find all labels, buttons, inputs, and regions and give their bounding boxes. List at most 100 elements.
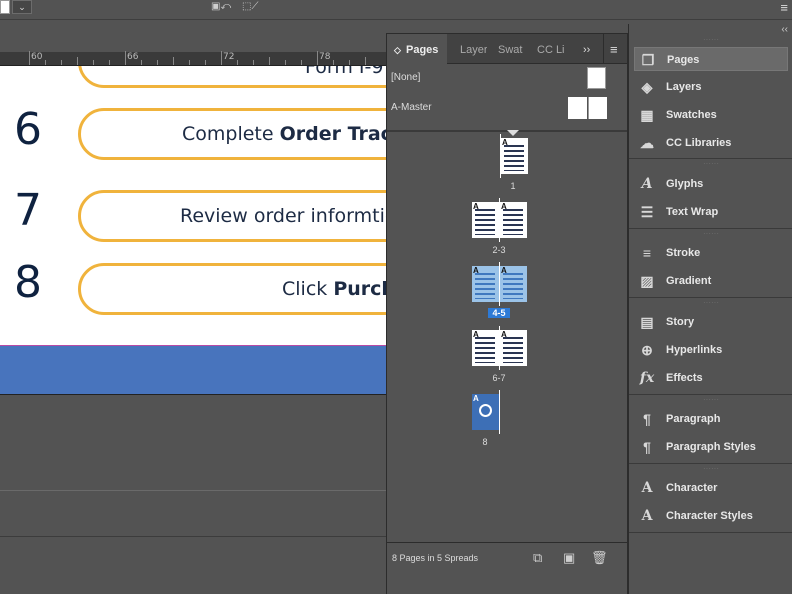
tab-layers[interactable]: Layer <box>451 34 487 64</box>
page-thumbnail[interactable]: A <box>501 138 528 174</box>
pasteboard-divider <box>0 536 386 537</box>
paragraph-styles-icon: ¶ <box>643 439 651 455</box>
wrap-options-icon[interactable]: ▣⤺ <box>211 1 231 12</box>
swatches-icon: ▦ <box>640 107 654 123</box>
step-number: 6 <box>14 104 42 155</box>
partial-heading: Form I-9 <box>305 66 384 78</box>
dock-item-paragraph[interactable]: ¶ Paragraph <box>634 407 788 431</box>
master-thumbnail[interactable] <box>568 97 587 119</box>
reference-point-field[interactable] <box>0 0 10 14</box>
text-wrap-icon: ☰ <box>640 204 654 220</box>
dock-item-cc-libraries[interactable]: ☁ CC Libraries <box>634 131 788 155</box>
trash-icon[interactable]: 🗑 <box>591 550 608 566</box>
spread-thumbnail[interactable]: A A <box>472 198 527 242</box>
spread-thumbnail[interactable]: A <box>500 134 528 178</box>
step-pill[interactable]: Review order informtio <box>78 190 386 242</box>
page-number-label: 8 <box>482 437 488 447</box>
step-pill[interactable]: Click Purcha <box>78 263 386 315</box>
edit-page-size-icon[interactable]: ⧉ <box>533 550 542 566</box>
dock-item-layers[interactable]: ◈ Layers <box>634 75 788 99</box>
dock-item-character-styles[interactable]: A Character Styles <box>634 504 788 528</box>
ruler-label: 72 <box>223 52 235 62</box>
step-text: Review order informtio <box>180 205 386 227</box>
ruler-label: 60 <box>31 52 43 62</box>
layers-icon: ◈ <box>641 79 653 95</box>
master-thumbnail[interactable] <box>587 67 606 89</box>
pages-panel: ◇ Pages Layer Swat CC Li ›› ≡ [None] A-M… <box>386 33 628 572</box>
master-label: [None] <box>391 72 421 83</box>
dock-item-swatches[interactable]: ▦ Swatches <box>634 103 788 127</box>
panel-bottom-margin <box>386 572 628 594</box>
spread-thumbnail[interactable]: A <box>472 390 500 434</box>
dock-grip[interactable]: ······ <box>629 230 792 240</box>
dock-item-glyphs[interactable]: A Glyphs <box>634 172 788 196</box>
pages-status: 8 Pages in 5 Spreads <box>392 553 479 563</box>
dock-item-pages[interactable]: ❐ Pages <box>634 47 788 71</box>
dock-grip[interactable]: ······ <box>629 396 792 406</box>
page-thumbnail[interactable]: A <box>472 202 499 238</box>
hyperlinks-icon: ⊕ <box>641 342 653 358</box>
control-bar: ⌄ ▣⤺ ⬚⟋ ≡ <box>0 0 792 20</box>
panel-footer: 8 Pages in 5 Spreads ⧉ ▣ 🗑 <box>387 542 627 572</box>
spread-thumbnail[interactable]: A A <box>472 326 527 370</box>
dock-item-gradient[interactable]: ▨ Gradient <box>634 269 788 293</box>
page-thumbnail[interactable]: A <box>500 266 527 302</box>
updown-icon: ◇ <box>394 45 401 55</box>
select-frame-icon[interactable]: ⬚⟋ <box>242 1 258 12</box>
globe-icon <box>479 404 492 417</box>
ruler-label: 66 <box>127 52 139 62</box>
master-thumbnail[interactable] <box>588 97 607 119</box>
overflow-icon[interactable]: ›› <box>583 34 597 64</box>
tab-pages[interactable]: ◇ Pages <box>387 34 447 64</box>
dock-item-character[interactable]: A Character <box>634 476 788 500</box>
dock-item-stroke[interactable]: ≡ Stroke <box>634 241 788 265</box>
character-icon: A <box>641 480 653 496</box>
pages-icon: ❐ <box>641 52 655 68</box>
page-thumbnail[interactable]: A <box>472 266 499 302</box>
dock-grip[interactable]: ······ <box>629 465 792 475</box>
page-number-label: 1 <box>510 181 516 191</box>
dock-item-hyperlinks[interactable]: ⊕ Hyperlinks <box>634 338 788 362</box>
dock-item-effects[interactable]: fx Effects <box>634 366 788 390</box>
gradient-icon: ▨ <box>640 273 654 289</box>
page-thumbnail[interactable]: A <box>500 202 527 238</box>
page-thumbnail[interactable]: A <box>472 330 499 366</box>
menu-icon[interactable]: ≡ <box>780 0 788 15</box>
dock-item-paragraph-styles[interactable]: ¶ Paragraph Styles <box>634 435 788 459</box>
drag-indicator-icon <box>507 130 519 136</box>
page-thumbnail[interactable]: A <box>472 394 499 430</box>
master-none-row[interactable]: [None] <box>387 64 627 92</box>
step-pill[interactable]: Complete Order Trackin <box>78 108 386 160</box>
dock-item-story[interactable]: ▤ Story <box>634 310 788 334</box>
spread-thumbnail-selected[interactable]: A A <box>472 262 527 306</box>
dock-grip[interactable]: ······ <box>629 160 792 170</box>
cc-libraries-icon: ☁ <box>640 135 654 151</box>
panel-menu-icon[interactable]: ≡ <box>603 34 625 64</box>
step-number: 8 <box>14 257 42 308</box>
stroke-icon: ≡ <box>642 245 652 261</box>
glyphs-icon: A <box>641 176 653 192</box>
dock-item-text-wrap[interactable]: ☰ Text Wrap <box>634 200 788 224</box>
master-label: A-Master <box>391 102 432 113</box>
step-number: 7 <box>14 185 42 236</box>
document-page[interactable]: Form I-9 6 Complete Order Trackin 7 Revi… <box>0 66 386 345</box>
horizontal-ruler[interactable]: 60 66 72 78 <box>0 51 386 66</box>
master-a-row[interactable]: A-Master <box>387 94 627 122</box>
effects-icon: fx <box>639 370 655 386</box>
step-text: Complete Order Trackin <box>182 123 386 145</box>
tab-swatches[interactable]: Swat <box>489 34 527 64</box>
page-thumbnail[interactable]: A <box>500 330 527 366</box>
new-page-icon[interactable]: ▣ <box>563 550 575 566</box>
collapse-dock-icon[interactable]: ‹‹ <box>781 24 788 35</box>
step-text: Click Purcha <box>282 278 386 300</box>
panel-dock: ‹‹ ······ ❐ Pages ◈ Layers ▦ Swatches ☁ … <box>628 24 792 594</box>
chevron-down-icon[interactable]: ⌄ <box>12 0 32 14</box>
step-pill[interactable]: Form I-9 <box>78 66 386 88</box>
dock-grip[interactable]: ······ <box>629 299 792 309</box>
paragraph-icon: ¶ <box>643 411 651 427</box>
pasteboard-divider <box>0 490 386 491</box>
page-number-label-selected: 4-5 <box>488 308 510 318</box>
story-icon: ▤ <box>640 314 654 330</box>
dock-grip[interactable]: ······ <box>629 36 792 46</box>
tab-cc-libraries[interactable]: CC Li <box>529 34 569 64</box>
